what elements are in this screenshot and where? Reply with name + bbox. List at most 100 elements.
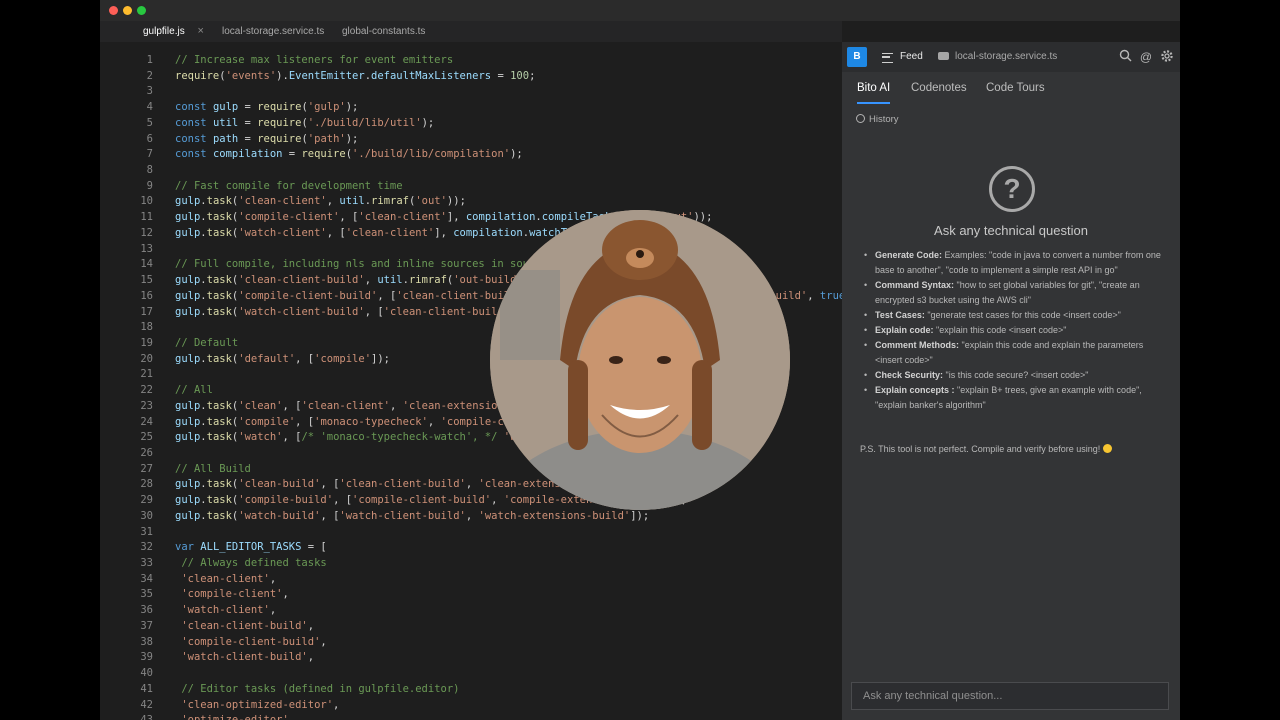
- line-code: // Editor tasks (defined in gulpfile.edi…: [175, 681, 459, 697]
- code-token: const: [175, 132, 213, 145]
- code-token: ,: [333, 698, 340, 711]
- code-token: // Always defined tasks: [181, 557, 327, 570]
- code-line[interactable]: 43 'optimize-editor',: [100, 712, 842, 720]
- tab-local-storage-service[interactable]: local-storage.service.ts: [222, 21, 324, 42]
- line-number: 20: [140, 352, 153, 365]
- line-number: 23: [140, 399, 153, 412]
- code-line[interactable]: 38 'compile-client-build',: [100, 634, 842, 650]
- code-line[interactable]: 35 'compile-client',: [100, 586, 842, 602]
- gear-icon[interactable]: [1159, 49, 1175, 65]
- tab-label: gulpfile.js: [143, 26, 185, 37]
- code-line[interactable]: 11 gulp.task('compile-client', ['clean-cl…: [100, 209, 842, 225]
- code-line[interactable]: 32 var ALL_EDITOR_TASKS = [: [100, 539, 842, 555]
- line-number: 39: [140, 651, 153, 664]
- code-token: 'watch-client-build': [181, 651, 308, 664]
- question-input[interactable]: [851, 682, 1169, 710]
- code-token: var: [175, 541, 201, 554]
- code-line[interactable]: 41 // Editor tasks (defined in gulpfile.…: [100, 681, 842, 697]
- tab-bito-ai[interactable]: Bito AI: [857, 82, 891, 104]
- code-line[interactable]: 37 'clean-client-build',: [100, 618, 842, 634]
- tab-label: global-constants.ts: [342, 26, 426, 37]
- code-token: task: [206, 289, 232, 302]
- code-line[interactable]: 6 const path = require('path');: [100, 131, 842, 147]
- line-number: 42: [140, 698, 153, 711]
- tab-code-tours[interactable]: Code Tours: [986, 82, 1045, 102]
- tip-text: "generate test cases for this code <inse…: [924, 310, 1121, 320]
- code-line[interactable]: 2 require('events').EventEmitter.defaultM…: [100, 68, 842, 84]
- close-icon[interactable]: ×: [197, 25, 203, 37]
- code-token: /* 'monaco-typecheck-watch', */: [301, 431, 498, 444]
- feed-label: Feed: [900, 51, 923, 62]
- code-line[interactable]: 29 gulp.task('compile-build', ['compile-c…: [100, 492, 842, 508]
- code-line[interactable]: 9 // Fast compile for development time: [100, 178, 842, 194]
- search-icon[interactable]: [1117, 49, 1133, 65]
- line-code: 'watch-client-build',: [175, 649, 314, 665]
- line-code: const path = require('path');: [175, 131, 358, 147]
- code-token: 'clean-client': [238, 195, 327, 208]
- code-token: gulp: [175, 494, 201, 507]
- code-token: 'compile': [314, 352, 372, 365]
- code-token: // Fast compile for development time: [175, 179, 403, 192]
- code-line[interactable]: 1 // Increase max listeners for event emi…: [100, 52, 842, 68]
- tip-item: Test Cases: "generate test cases for thi…: [862, 308, 1167, 323]
- line-number: 19: [140, 336, 153, 349]
- line-number: 36: [140, 604, 153, 617]
- file-chat-label: local-storage.service.ts: [955, 51, 1058, 62]
- code-line[interactable]: 33 // Always defined tasks: [100, 555, 842, 571]
- code-token: 'clean-client': [358, 211, 447, 224]
- code-token: 'clean-client-build': [339, 478, 466, 491]
- line-code: const gulp = require('gulp');: [175, 99, 358, 115]
- at-icon[interactable]: @: [1138, 49, 1154, 65]
- tip-title: Generate Code:: [875, 250, 943, 260]
- close-window-button[interactable]: [109, 6, 118, 15]
- code-token: , [: [282, 399, 302, 412]
- code-line[interactable]: 40: [100, 665, 842, 681]
- code-token: ]);: [371, 352, 390, 365]
- history-link[interactable]: History: [856, 114, 899, 125]
- tip-item: Check Security: "is this code secure? <i…: [862, 368, 1167, 383]
- tip-item: Comment Methods: "explain this code and …: [862, 338, 1167, 368]
- code-token: 'watch-build': [238, 509, 321, 522]
- code-token: ,: [390, 399, 403, 412]
- tab-gulpfile[interactable]: gulpfile.js ×: [143, 21, 204, 42]
- code-token: 'watch-client': [238, 226, 327, 239]
- code-line[interactable]: 39 'watch-client-build',: [100, 649, 842, 665]
- history-label: History: [869, 114, 899, 125]
- tab-global-constants[interactable]: global-constants.ts: [342, 21, 425, 42]
- code-line[interactable]: 30 gulp.task('watch-build', ['watch-clien…: [100, 508, 842, 524]
- code-token: 'events': [225, 69, 277, 82]
- ask-title: Ask any technical question: [934, 223, 1088, 238]
- line-number: 22: [140, 384, 153, 397]
- code-token: require: [257, 116, 302, 129]
- tab-codenotes[interactable]: Codenotes: [911, 82, 967, 102]
- code-line[interactable]: 5 const util = require('./build/lib/util'…: [100, 115, 842, 131]
- line-number: 33: [140, 557, 153, 570]
- minimize-window-button[interactable]: [123, 6, 132, 15]
- code-token: =: [238, 132, 258, 145]
- code-line[interactable]: 34 'clean-client',: [100, 571, 842, 587]
- line-code: 'clean-optimized-editor',: [175, 697, 339, 713]
- code-token: compilation: [465, 211, 536, 224]
- code-token: ));: [446, 195, 466, 208]
- code-token: ,: [491, 494, 504, 507]
- code-line[interactable]: 10 gulp.task('clean-client', util.rimraf(…: [100, 193, 842, 209]
- code-line[interactable]: 7 const compilation = require('./build/li…: [100, 146, 842, 162]
- code-line[interactable]: 4 const gulp = require('gulp');: [100, 99, 842, 115]
- code-line[interactable]: 31: [100, 524, 842, 540]
- line-code: gulp.task('watch-build', ['watch-client-…: [175, 508, 649, 524]
- line-number: 26: [140, 447, 153, 459]
- code-token: // Default: [175, 336, 239, 349]
- code-line[interactable]: 3: [100, 83, 842, 99]
- code-line[interactable]: 36 'watch-client',: [100, 602, 842, 618]
- code-token: // All: [175, 384, 213, 397]
- code-line[interactable]: 12 gulp.task('watch-client', ['clean-clie…: [100, 225, 842, 241]
- webcam-avatar: [490, 210, 790, 510]
- line-number: 21: [140, 368, 153, 381]
- code-line[interactable]: 8: [100, 162, 842, 178]
- code-token: require: [301, 148, 346, 161]
- line-number: 24: [140, 415, 153, 428]
- line-code: gulp.task('default', ['compile']);: [175, 351, 390, 367]
- zoom-window-button[interactable]: [137, 6, 146, 15]
- feed-tab[interactable]: Feed: [874, 42, 932, 72]
- code-line[interactable]: 42 'clean-optimized-editor',: [100, 697, 842, 713]
